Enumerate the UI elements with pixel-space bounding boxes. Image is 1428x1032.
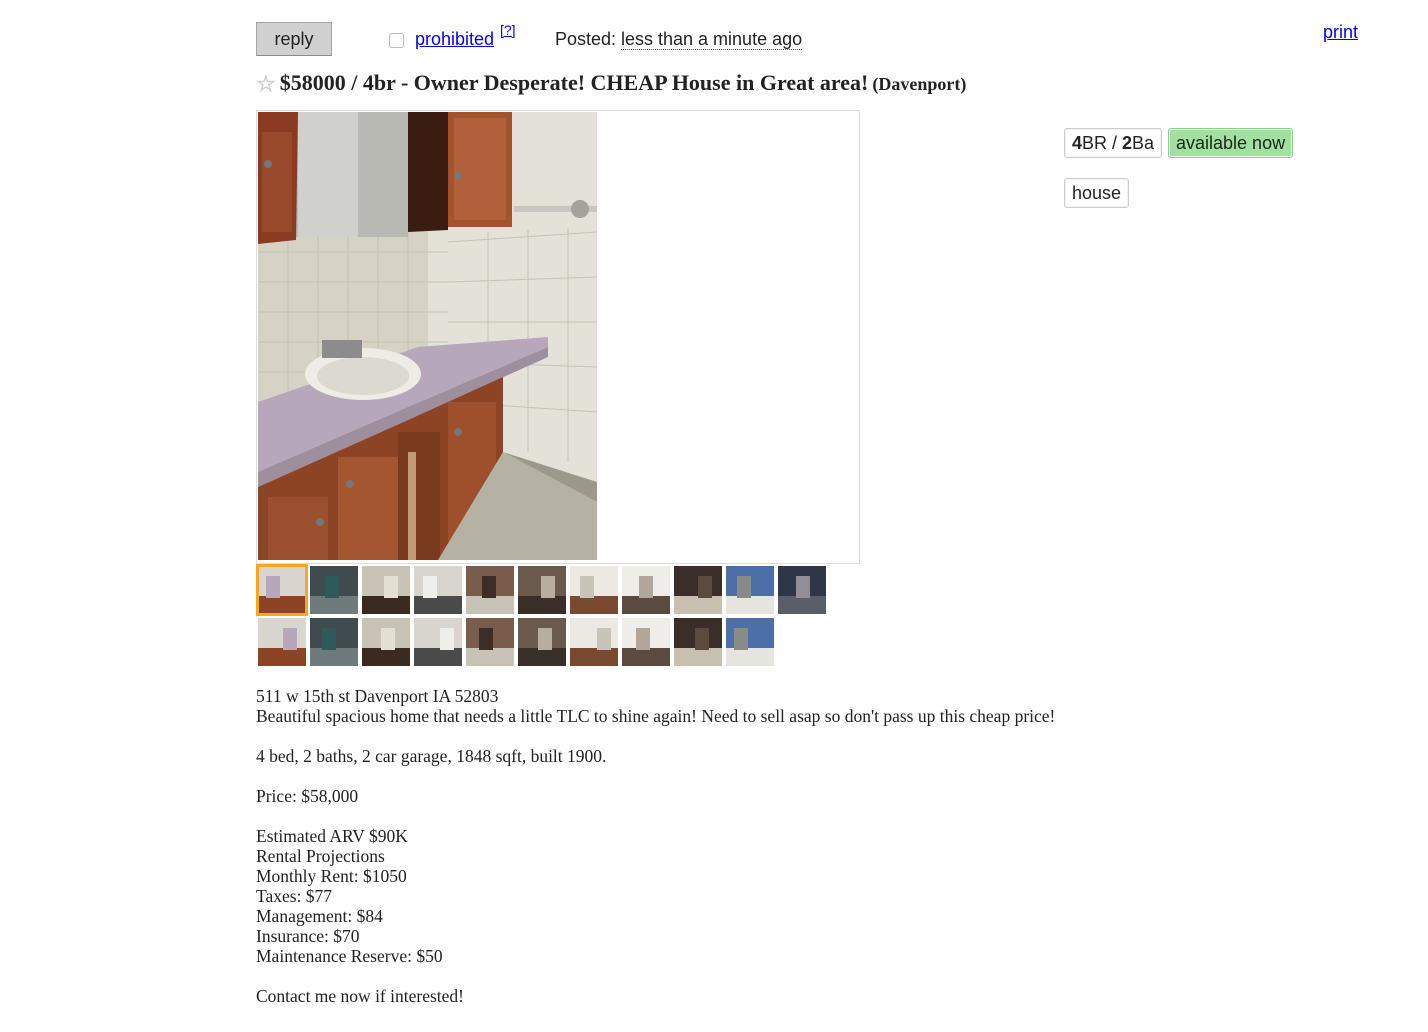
bedroom-bathroom-badge: 4 BR / 2 Ba [1064,128,1163,158]
thumbnail-room-window-photo[interactable] [674,566,722,614]
thumbnail-house-front-photo[interactable] [726,618,774,666]
body-line: Contact me now if interested! [256,986,464,1006]
thumbnail-staircase-photo[interactable] [518,618,566,666]
body-line: Management: $84 [256,906,383,926]
thumbnail-kitchen-photo[interactable] [414,566,462,614]
prohibited-flag-link[interactable]: prohibited [415,29,494,50]
availability-badge: available now [1168,128,1294,158]
body-line: Estimated ARV $90K [256,826,408,846]
posting-title-text: $58000 / 4br - Owner Desperate! CHEAP Ho… [279,70,869,95]
body-line: Taxes: $77 [256,886,333,906]
flag-help-link[interactable]: [?] [500,22,516,38]
body-blank-line [256,966,1256,986]
thumbnail-room-photo[interactable] [310,566,358,614]
thumbnail-back-porch-photo[interactable] [570,618,618,666]
bedroom-count: 4 [1072,132,1083,153]
body-line: Maintenance Reserve: $50 [256,946,443,966]
thumbnail-house-side-photo[interactable] [622,618,670,666]
thumbnail-exterior-photo[interactable] [726,566,774,614]
body-line: Insurance: $70 [256,926,360,946]
posting-body: 511 w 15th st Davenport IA 52803 Beautifu… [256,686,1256,1006]
body-line: Price: $58,000 [256,786,359,806]
posted-timestamp: less than a minute ago [621,29,803,50]
posting-location: (Davenport) [872,74,967,94]
body-blank-line [256,726,1256,746]
thumbnail-doorway-photo[interactable] [570,566,618,614]
thumbnail-house-front-photo[interactable] [674,618,722,666]
main-listing-photo[interactable] [258,112,597,560]
bathroom-suffix: Ba [1132,132,1155,153]
housing-type-badge: house [1064,178,1130,208]
bedroom-suffix: BR / [1082,132,1123,153]
prohibited-flag-checkbox[interactable] [389,33,404,48]
thumbnail-kitchen-stove-photo[interactable] [466,566,514,614]
thumbnail-interior-photo[interactable] [518,566,566,614]
thumbnail-exterior-stairs-photo[interactable] [258,618,306,666]
bathroom-count: 2 [1122,132,1133,153]
thumbnail-ceiling-photo[interactable] [362,566,410,614]
posted-label: Posted: [555,29,617,49]
favorite-star-icon[interactable]: ☆ [256,71,276,96]
body-line: 511 w 15th st Davenport IA 52803 [256,686,499,706]
body-line: Monthly Rent: $1050 [256,866,407,886]
image-gallery-frame [256,110,860,564]
thumbnail-dark-room-photo[interactable] [466,618,514,666]
thumbnail-bathroom-vanity-photo[interactable] [256,564,308,616]
body-blank-line [256,766,1256,786]
reply-button[interactable]: reply [256,22,332,56]
body-line: 4 bed, 2 baths, 2 car garage, 1848 sqft,… [256,746,607,766]
thumbnail-living-room-photo[interactable] [622,566,670,614]
thumbnail-exterior-stairs-photo[interactable] [310,618,358,666]
print-link[interactable]: print [1323,22,1358,43]
thumbnail-kitchen-photo[interactable] [414,618,462,666]
posting-title: ☆ $58000 / 4br - Owner Desperate! CHEAP … [256,70,966,97]
thumbnail-roof-photo[interactable] [778,566,826,614]
body-blank-line [256,806,1256,826]
body-line: Beautiful spacious home that needs a lit… [256,706,1056,726]
thumbnail-ceiling-damage-photo[interactable] [362,618,410,666]
body-line: Rental Projections [256,846,385,866]
